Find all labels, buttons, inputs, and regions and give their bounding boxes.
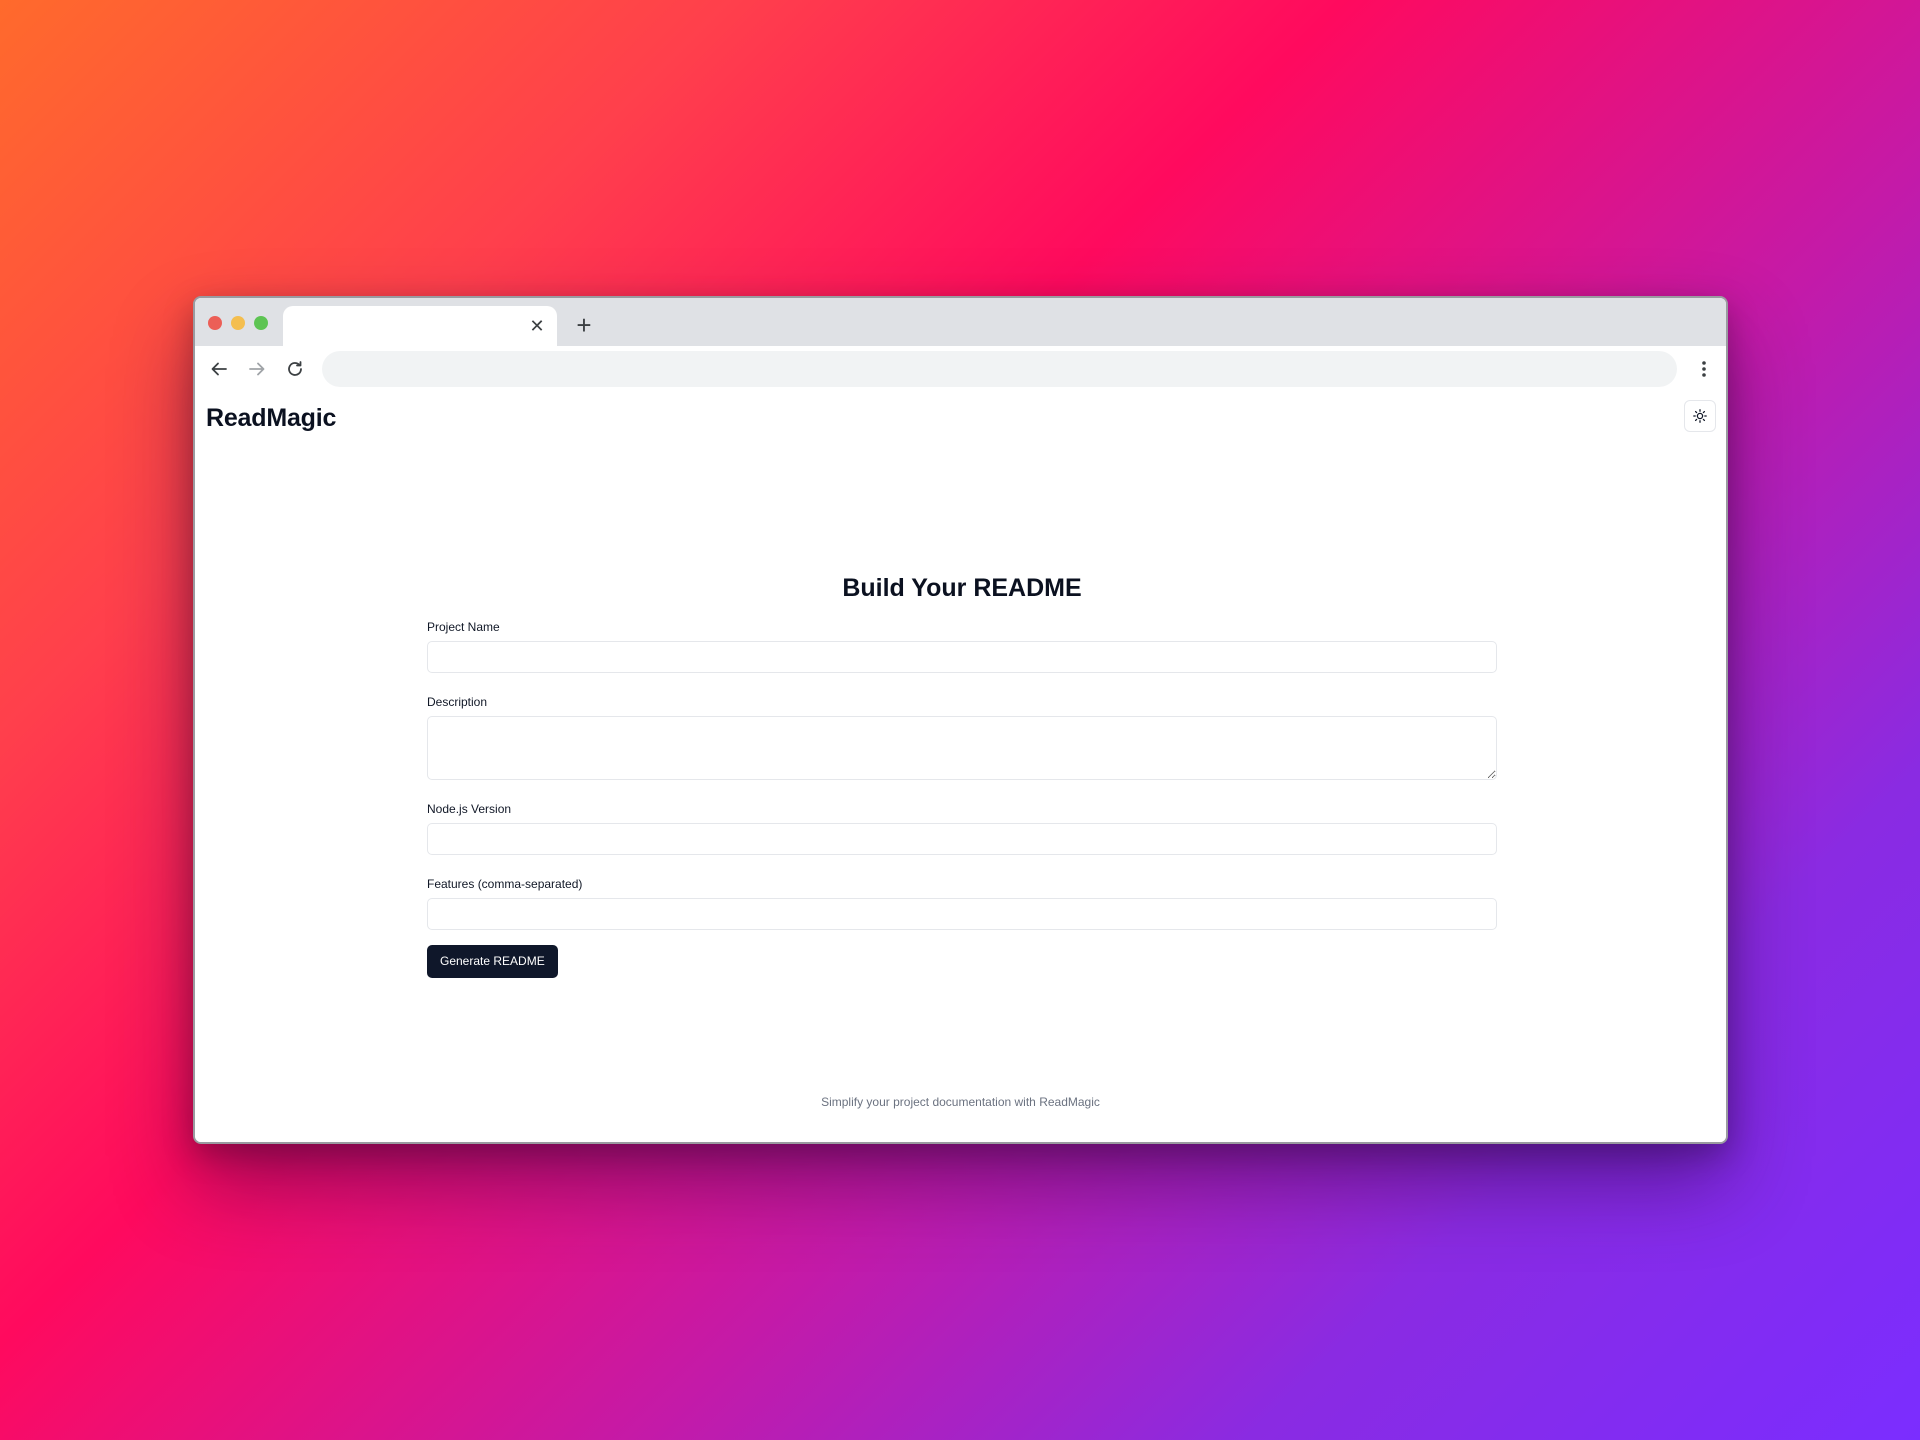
new-tab-icon[interactable]: + (570, 311, 598, 339)
tab-close-icon[interactable]: ✕ (527, 316, 547, 336)
generate-readme-button[interactable]: Generate README (427, 944, 558, 978)
address-bar[interactable] (322, 351, 1677, 387)
project-name-label: Project Name (427, 620, 500, 634)
browser-tab[interactable]: ✕ (283, 306, 557, 346)
forward-button[interactable] (243, 355, 271, 383)
arrow-right-icon (249, 362, 265, 376)
features-label: Features (comma-separated) (427, 877, 583, 891)
browser-menu-button[interactable] (1694, 355, 1714, 383)
readme-form: Build Your README Project Name Descripti… (427, 568, 1497, 978)
theme-toggle-button[interactable] (1684, 400, 1716, 432)
reload-button[interactable] (281, 355, 309, 383)
close-window-button[interactable] (208, 316, 222, 330)
description-textarea[interactable] (427, 716, 1497, 780)
node-version-input[interactable] (427, 823, 1497, 855)
arrow-left-icon (211, 362, 227, 376)
page-content: ReadMagic Build Your README Project Name (195, 392, 1726, 1142)
node-version-label: Node.js Version (427, 802, 512, 816)
more-vertical-icon (1702, 361, 1706, 377)
footer-text: Simplify your project documentation with… (821, 1095, 1100, 1109)
brand-logo[interactable]: ReadMagic (206, 404, 336, 433)
browser-toolbar (195, 346, 1726, 392)
reload-icon (288, 361, 302, 376)
project-name-input[interactable] (427, 641, 1497, 673)
browser-window: ✕ + ReadMagic Build Your README Project … (193, 296, 1728, 1144)
maximize-window-button[interactable] (254, 316, 268, 330)
features-input[interactable] (427, 898, 1497, 930)
sun-icon (1693, 409, 1707, 423)
back-button[interactable] (205, 355, 233, 383)
description-label: Description (427, 695, 488, 709)
tab-bar: ✕ + (195, 298, 1726, 346)
form-title: Build Your README (842, 574, 1082, 602)
minimize-window-button[interactable] (231, 316, 245, 330)
